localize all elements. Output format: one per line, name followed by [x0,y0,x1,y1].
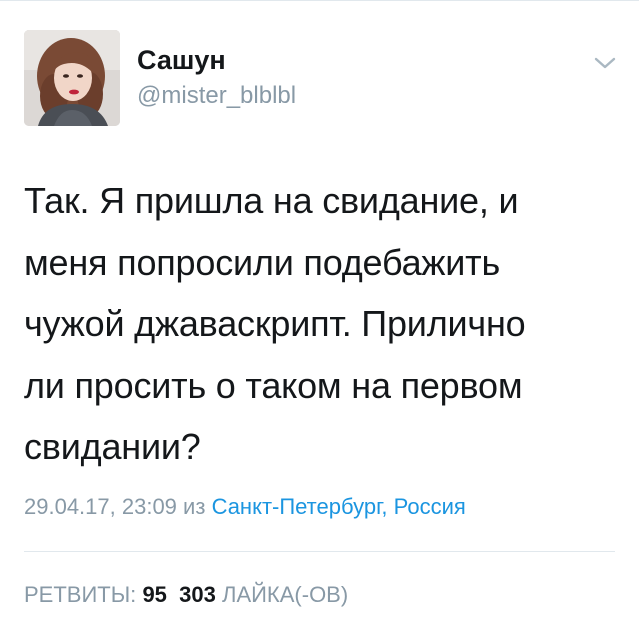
tweet-text-line: чужой джаваскрипт. Прилично [24,303,526,344]
tweet-text-line: Так. Я пришла на свидание, и [24,180,519,221]
retweets-count[interactable]: 95 [142,582,166,607]
tweet-card: Сашун @mister_blblbl Так. Я пришла на св… [0,0,639,627]
chevron-down-icon [594,57,616,69]
divider [24,551,615,552]
avatar[interactable] [24,30,120,126]
author-username[interactable]: @mister_blblbl [137,82,296,110]
tweet-timestamp[interactable]: 29.04.17, 23:09 [24,494,177,519]
user-avatar-photo-icon [24,30,120,126]
author-display-name[interactable]: Сашун [137,44,226,76]
tweet-stats: РЕТВИТЫ: 95 303 ЛАЙКА(-ОВ) [24,582,348,608]
likes-count[interactable]: 303 [179,582,216,607]
retweets-label: РЕТВИТЫ: [24,582,137,607]
likes-label: ЛАЙКА(-ОВ) [222,582,349,607]
tweet-menu-button[interactable] [592,54,618,72]
tweet-text-line: меня попросили подебажить [24,241,501,283]
from-word: из [183,494,206,519]
tweet-location-link[interactable]: Санкт-Петербург, Россия [212,494,466,519]
tweet-text-line: свидании? [24,426,201,467]
tweet-meta: 29.04.17, 23:09 из Санкт-Петербург, Росс… [24,494,466,520]
tweet-text-line: ли просить о таком на первом [24,364,523,406]
tweet-text: Так. Я пришла на свидание, и меня попрос… [24,170,624,478]
